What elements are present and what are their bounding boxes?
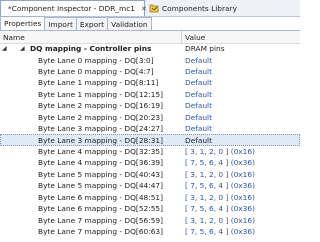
row-name: Byte Lane 1 mapping - DQ[12:15] (38, 89, 163, 99)
row-name: Byte Lane 0 mapping - DQ[3:0] (38, 55, 154, 65)
tab-component-inspector[interactable]: *Component Inspector - DDR_mc1 ✕ (0, 0, 147, 16)
table-row[interactable]: Byte Lane 6 mapping - DQ[52:55] [ 7, 5, 6… (0, 203, 300, 214)
row-value[interactable]: Default (185, 66, 212, 77)
row-name: Byte Lane 3 mapping - DQ[24:27] (38, 124, 163, 134)
expand-arrow-icon[interactable]: ◢ (20, 43, 25, 54)
tab-components-library-label: Components Library (162, 3, 237, 13)
table-row[interactable]: Byte Lane 5 mapping - DQ[44:47] [ 7, 5, 6… (0, 180, 300, 191)
inspector-subtabs: Properties Import Export Validation (0, 16, 152, 30)
table-row[interactable]: Byte Lane 1 mapping - DQ[12:15] Default (0, 89, 300, 100)
row-name: Byte Lane 0 mapping - DQ[4:7] (38, 67, 154, 77)
table-row[interactable]: Byte Lane 1 mapping - DQ[8:11] Default (0, 77, 300, 88)
subtab-properties[interactable]: Properties (0, 16, 46, 30)
subtab-validation[interactable]: Validation (107, 17, 152, 30)
row-name: Byte Lane 5 mapping - DQ[40:43] (38, 169, 163, 179)
row-value[interactable]: [ 7, 5, 6, 4 ] (0x36) (185, 203, 255, 214)
table-row[interactable]: Byte Lane 0 mapping - DQ[3:0] Default (0, 54, 300, 65)
table-row[interactable]: Byte Lane 7 mapping - DQ[60:63] [ 7, 5, 6… (0, 226, 300, 237)
group-row-dq-mapping[interactable]: ◢ ◢ DQ mapping - Controller pins DRAM pi… (0, 43, 300, 54)
table-row[interactable]: Byte Lane 6 mapping - DQ[48:51] [ 3, 1, 2… (0, 191, 300, 202)
row-name: Byte Lane 6 mapping - DQ[48:51] (38, 192, 163, 202)
components-library-icon (149, 4, 159, 13)
column-divider[interactable] (181, 31, 182, 43)
row-value[interactable]: [ 7, 5, 6, 4 ] (0x36) (185, 226, 255, 237)
row-value[interactable]: Default (185, 112, 212, 123)
row-name: Byte Lane 7 mapping - DQ[60:63] (38, 226, 163, 236)
row-name: Byte Lane 7 mapping - DQ[56:59] (38, 215, 163, 225)
row-value[interactable]: [ 7, 5, 6, 4 ] (0x36) (185, 157, 255, 168)
tab-component-inspector-label: *Component Inspector - DDR_mc1 (8, 4, 135, 13)
column-header-name[interactable]: Name (3, 31, 25, 43)
row-value[interactable]: Default (185, 100, 212, 111)
row-value[interactable]: Default (185, 134, 212, 145)
row-name: Byte Lane 3 mapping - DQ[28:31] (38, 135, 163, 145)
row-name: Byte Lane 6 mapping - DQ[52:55] (38, 204, 163, 214)
table-row[interactable]: Byte Lane 7 mapping - DQ[56:59] [ 3, 1, 2… (0, 214, 300, 225)
row-value[interactable]: Default (185, 77, 212, 88)
subtab-import[interactable]: Import (44, 17, 77, 30)
row-value[interactable]: Default (185, 123, 212, 134)
row-value[interactable]: [ 3, 1, 2, 0 ] (0x16) (185, 191, 255, 202)
collapse-arrow-icon[interactable]: ◢ (2, 43, 7, 54)
table-row[interactable]: Byte Lane 0 mapping - DQ[4:7] Default (0, 66, 300, 77)
column-header-value[interactable]: Value (185, 31, 205, 43)
subtab-export[interactable]: Export (75, 17, 109, 30)
table-row[interactable]: Byte Lane 4 mapping - DQ[36:39] [ 7, 5, 6… (0, 157, 300, 168)
properties-table-body: ◢ ◢ DQ mapping - Controller pins DRAM pi… (0, 43, 300, 237)
row-name: Byte Lane 4 mapping - DQ[32:35] (38, 147, 163, 156)
row-value[interactable]: [ 3, 1, 2, 0 ] (0x16) (185, 214, 255, 225)
table-row[interactable]: Byte Lane 3 mapping - DQ[24:27] Default (0, 123, 300, 134)
table-row[interactable]: Byte Lane 3 mapping - DQ[28:31] Default (0, 134, 300, 146)
group-value: DRAM pins (185, 44, 225, 54)
row-value[interactable]: [ 3, 1, 2, 0 ] (0x16) (185, 169, 255, 180)
row-value[interactable]: Default (185, 89, 212, 100)
row-value[interactable]: Default (185, 54, 212, 65)
row-name: Byte Lane 1 mapping - DQ[8:11] (38, 78, 159, 88)
row-name: Byte Lane 4 mapping - DQ[36:39] (38, 158, 163, 168)
group-name: DQ mapping - Controller pins (30, 44, 152, 54)
table-row[interactable]: Byte Lane 2 mapping - DQ[16:19] Default (0, 100, 300, 111)
table-row[interactable]: Byte Lane 2 mapping - DQ[20:23] Default (0, 112, 300, 123)
table-row[interactable]: Byte Lane 4 mapping - DQ[32:35] [ 3, 1, 2… (0, 146, 300, 157)
row-name: Byte Lane 5 mapping - DQ[44:47] (38, 181, 163, 191)
row-value[interactable]: [ 3, 1, 2, 0 ] (0x16) (185, 146, 255, 157)
table-row[interactable]: Byte Lane 5 mapping - DQ[40:43] [ 3, 1, 2… (0, 169, 300, 180)
row-name: Byte Lane 2 mapping - DQ[20:23] (38, 112, 163, 122)
row-value[interactable]: [ 7, 5, 6, 4 ] (0x36) (185, 180, 255, 191)
tab-components-library[interactable]: Components Library (145, 0, 265, 16)
row-name: Byte Lane 2 mapping - DQ[16:19] (38, 101, 163, 111)
